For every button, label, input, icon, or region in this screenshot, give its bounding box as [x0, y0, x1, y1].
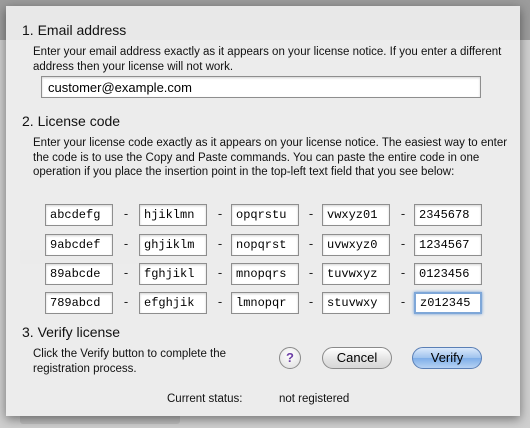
license-code-field[interactable] — [139, 292, 207, 314]
code-separator: - — [400, 206, 406, 221]
status-label: Current status: — [167, 393, 243, 405]
email-section-description: Enter your email address exactly as it a… — [33, 46, 502, 73]
license-code-field[interactable] — [231, 263, 299, 285]
license-code-field[interactable] — [322, 204, 390, 226]
license-code-field[interactable] — [45, 292, 113, 314]
code-separator: - — [217, 294, 223, 309]
code-separator: - — [123, 236, 129, 251]
license-code-field[interactable] — [45, 204, 113, 226]
code-separator: - — [123, 206, 129, 221]
help-icon: ? — [286, 350, 294, 365]
license-code-field[interactable] — [322, 234, 390, 256]
license-code-field[interactable] — [139, 204, 207, 226]
code-separator: - — [308, 265, 314, 280]
status-value: not registered — [279, 393, 350, 405]
verify-button[interactable]: Verify — [412, 347, 482, 369]
license-code-field[interactable] — [45, 263, 113, 285]
code-separator: - — [217, 236, 223, 251]
license-code-field[interactable] — [45, 234, 113, 256]
license-code-field[interactable] — [231, 204, 299, 226]
code-separator: - — [308, 236, 314, 251]
verify-section-heading: 3. Verify license — [22, 324, 121, 340]
code-separator: - — [400, 294, 406, 309]
license-code-field[interactable] — [414, 263, 482, 285]
cancel-button[interactable]: Cancel — [322, 347, 392, 369]
help-button[interactable]: ? — [279, 347, 301, 369]
code-separator: - — [217, 265, 223, 280]
code-separator: - — [400, 236, 406, 251]
email-section-heading: 1. Email address — [22, 22, 127, 38]
license-section-heading: 2. License code — [22, 113, 121, 129]
code-separator: - — [123, 265, 129, 280]
license-code-field-active[interactable] — [414, 292, 482, 314]
license-code-field[interactable] — [322, 292, 390, 314]
license-section-description: Enter your license code exactly as it ap… — [33, 137, 508, 178]
license-code-field[interactable] — [139, 234, 207, 256]
code-separator: - — [123, 294, 129, 309]
code-separator: - — [217, 206, 223, 221]
registration-sheet: 1. Email address Enter your email addres… — [6, 6, 520, 416]
code-separator: - — [308, 206, 314, 221]
verify-section-description: Click the Verify button to complete the … — [33, 348, 227, 375]
email-field[interactable] — [41, 76, 481, 98]
code-separator: - — [308, 294, 314, 309]
code-separator: - — [400, 265, 406, 280]
license-code-field[interactable] — [231, 234, 299, 256]
license-code-field[interactable] — [414, 234, 482, 256]
license-code-field[interactable] — [414, 204, 482, 226]
license-code-field[interactable] — [322, 263, 390, 285]
license-code-field[interactable] — [231, 292, 299, 314]
license-code-field[interactable] — [139, 263, 207, 285]
